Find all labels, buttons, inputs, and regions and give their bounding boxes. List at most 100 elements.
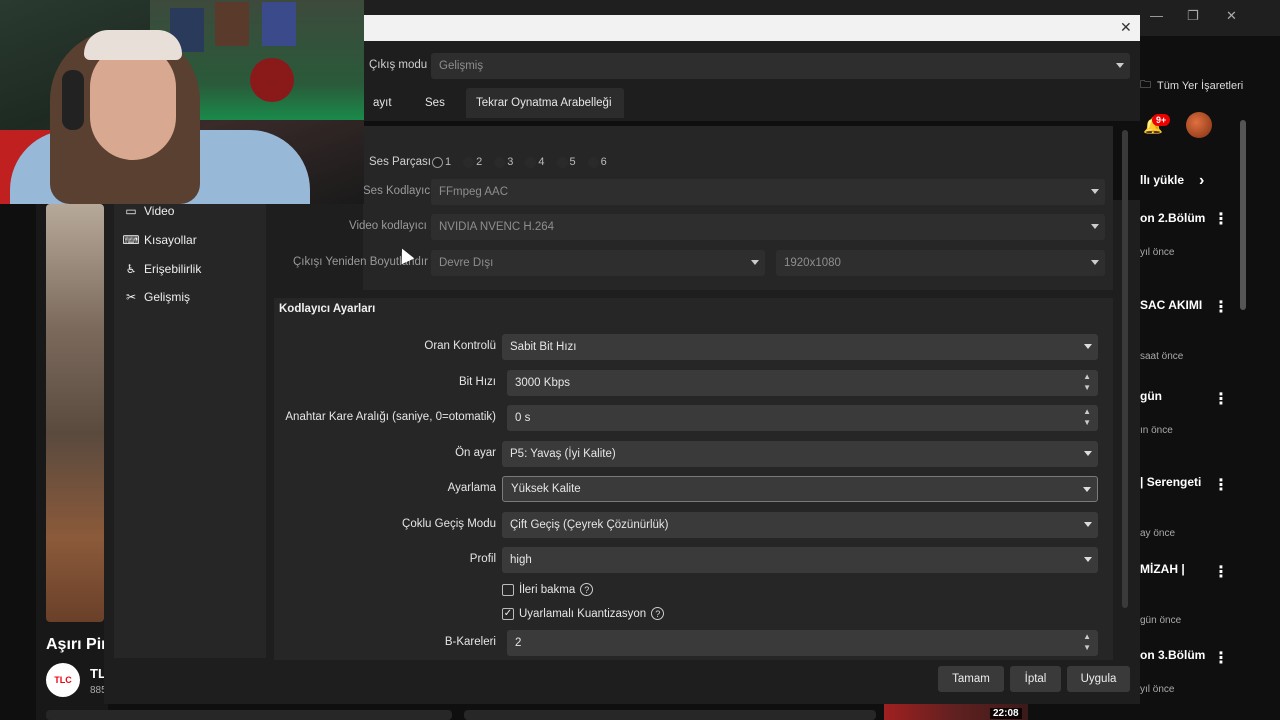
audio-encoder-select[interactable]: FFmpeg AAC	[431, 179, 1105, 205]
spin-buttons[interactable]: ▲ ▼	[1083, 408, 1091, 427]
keyframe-interval-input[interactable]: 0 s ▲ ▼	[507, 405, 1098, 431]
chevron-down-icon[interactable]: ▼	[1083, 384, 1091, 392]
list-item[interactable]: SAC AKIMI	[1140, 298, 1202, 312]
chevron-up-icon[interactable]: ▲	[1083, 373, 1091, 381]
tab-recording[interactable]: ayıt	[363, 88, 402, 118]
sidebar-item-label: Kısayollar	[144, 233, 197, 247]
accessibility-icon: ♿	[125, 262, 137, 276]
minimize-icon[interactable]: —	[1150, 8, 1163, 23]
spin-buttons[interactable]: ▲ ▼	[1083, 633, 1091, 652]
tab-replay-buffer[interactable]: Tekrar Oynatma Arabelleği	[466, 88, 624, 118]
keyboard-icon: ⌨	[122, 233, 140, 247]
chevron-up-icon[interactable]: ▲	[1083, 633, 1091, 641]
close-window-icon[interactable]: ✕	[1226, 8, 1237, 24]
tuning-select[interactable]: Yüksek Kalite	[502, 476, 1098, 502]
multipass-label: Çoklu Geçiş Modu	[402, 518, 496, 530]
kebab-menu-icon[interactable]: ⋮	[1213, 562, 1229, 582]
webcam-overlay	[0, 0, 364, 204]
chevron-up-icon[interactable]: ▲	[1083, 408, 1091, 416]
preset-select[interactable]: P5: Yavaş (İyi Kalite)	[502, 441, 1098, 467]
tab-audio[interactable]: Ses	[415, 88, 455, 118]
chevron-down-icon	[1084, 557, 1092, 562]
chevron-down-icon	[1116, 63, 1124, 68]
sidebar-item-hotkeys[interactable]: ⌨ Kısayollar	[122, 233, 197, 247]
bitrate-input[interactable]: 3000 Kbps ▲ ▼	[507, 370, 1098, 396]
adaptive-quant-label: Uyarlamalı Kuantizasyon	[519, 607, 647, 620]
multipass-select[interactable]: Çift Geçiş (Çeyrek Çözünürlük)	[502, 512, 1098, 538]
audio-track-group: 1 2 3 4 5 6	[432, 156, 607, 168]
channel-avatar[interactable]: TLC	[46, 663, 80, 697]
lookahead-checkbox-row[interactable]: İleri bakma ?	[502, 583, 594, 596]
rescale-select[interactable]: Devre Dışı	[431, 250, 765, 276]
audio-track-radio[interactable]: 2	[463, 156, 482, 168]
scrollbar[interactable]	[1122, 130, 1128, 608]
apply-button[interactable]: Uygula	[1067, 666, 1130, 692]
list-item[interactable]: llı yükle	[1140, 173, 1184, 187]
bookmarks-bar[interactable]: 🗀 Tüm Yer İşaretleri	[1140, 76, 1243, 95]
profile-select[interactable]: high	[502, 547, 1098, 573]
keyframe-interval-label: Anahtar Kare Aralığı (saniye, 0=otomatik…	[285, 411, 496, 423]
lookahead-label: İleri bakma	[519, 583, 576, 596]
sidebar-item-advanced[interactable]: ✂ Gelişmiş	[124, 290, 190, 304]
audio-track-radio[interactable]: 6	[587, 156, 607, 168]
wall-poster	[250, 58, 294, 102]
help-icon[interactable]: ?	[580, 583, 594, 596]
list-item[interactable]: on 3.Bölüm	[1140, 648, 1205, 662]
adaptive-quant-checkbox-row[interactable]: ✓ Uyarlamalı Kuantizasyon ?	[502, 607, 665, 620]
rescale-resolution-select[interactable]: 1920x1080	[776, 250, 1105, 276]
rescale-resolution-value: 1920x1080	[784, 257, 841, 269]
help-icon[interactable]: ?	[651, 607, 665, 620]
audio-track-radio[interactable]: 5	[556, 156, 576, 168]
radio-label: 4	[538, 156, 545, 168]
rate-control-select[interactable]: Sabit Bit Hızı	[502, 334, 1098, 360]
kebab-menu-icon[interactable]: ⋮	[1213, 389, 1229, 409]
list-item[interactable]: on 2.Bölüm	[1140, 211, 1205, 225]
radio-label: 1	[445, 156, 452, 168]
tab-label: ayıt	[373, 97, 392, 109]
rate-control-label: Oran Kontrolü	[424, 340, 496, 352]
tuning-label: Ayarlama	[447, 482, 496, 494]
sidebar-item-accessibility[interactable]: ♿ Erişebilirlik	[124, 262, 202, 276]
radio-label: 3	[507, 156, 514, 168]
comment-bar	[46, 710, 452, 720]
list-item-meta: saat önce	[1140, 351, 1184, 362]
video-encoder-value: NVIDIA NVENC H.264	[439, 221, 555, 233]
chevron-down-icon	[1091, 189, 1099, 194]
radio-label: 2	[476, 156, 483, 168]
maximize-icon[interactable]: ❐	[1187, 8, 1199, 24]
list-item[interactable]: | Serengeti	[1140, 475, 1201, 489]
chevron-down-icon[interactable]: ▼	[1083, 419, 1091, 427]
spin-buttons[interactable]: ▲ ▼	[1083, 373, 1091, 392]
video-encoder-select[interactable]: NVIDIA NVENC H.264	[431, 214, 1105, 240]
list-item-meta: gün önce	[1140, 615, 1182, 626]
bframes-input[interactable]: 2 ▲ ▼	[507, 630, 1098, 656]
kebab-menu-icon[interactable]: ⋮	[1213, 209, 1229, 229]
cancel-button[interactable]: İptal	[1010, 666, 1061, 692]
close-icon[interactable]: ✕	[1120, 19, 1132, 36]
output-mode-select[interactable]: Gelişmiş	[431, 53, 1130, 79]
list-item[interactable]: gün	[1140, 389, 1162, 403]
avatar[interactable]	[1186, 112, 1212, 138]
list-item[interactable]: MİZAH |	[1140, 562, 1185, 576]
ok-button[interactable]: Tamam	[938, 666, 1004, 692]
audio-track-radio[interactable]: 4	[525, 156, 545, 168]
list-item-meta: ın önce	[1140, 425, 1173, 436]
multipass-value: Çift Geçiş (Çeyrek Çözünürlük)	[510, 519, 669, 531]
audio-track-radio[interactable]: 1	[432, 156, 451, 168]
video-title[interactable]: Aşırı Pir	[46, 636, 107, 654]
lookahead-checkbox[interactable]	[502, 583, 514, 596]
chevron-down-icon[interactable]: ▼	[1083, 644, 1091, 652]
chevron-right-icon[interactable]: ›	[1199, 172, 1204, 190]
video-thumbnail[interactable]	[46, 204, 104, 622]
audio-track-radio[interactable]: 3	[494, 156, 513, 168]
bframes-value: 2	[515, 637, 522, 649]
monitor-icon: ▭	[125, 204, 137, 218]
scrollbar[interactable]	[1240, 120, 1246, 310]
kebab-menu-icon[interactable]: ⋮	[1213, 475, 1229, 495]
adaptive-quant-checkbox[interactable]: ✓	[502, 607, 514, 620]
person-face	[90, 44, 176, 160]
audio-encoder-label: Ses Kodlayıcı	[363, 185, 434, 197]
kebab-menu-icon[interactable]: ⋮	[1213, 648, 1229, 668]
sidebar-item-video[interactable]: ▭ Video	[124, 204, 174, 218]
kebab-menu-icon[interactable]: ⋮	[1213, 297, 1229, 317]
